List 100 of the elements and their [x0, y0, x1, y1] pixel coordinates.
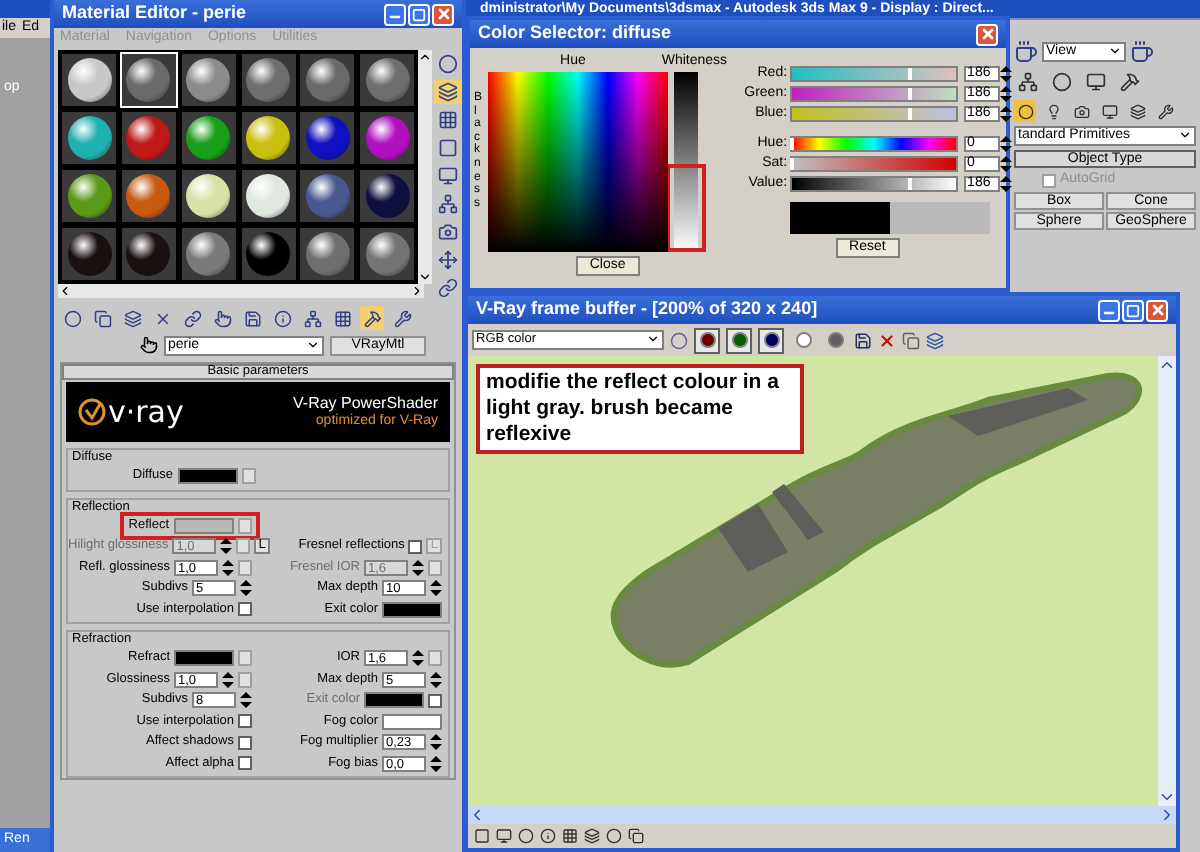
color-slider-track[interactable] — [789, 156, 958, 172]
status-tool-icon[interactable] — [518, 828, 534, 844]
maximize-button[interactable] — [408, 3, 430, 25]
tab-button[interactable] — [1116, 68, 1144, 96]
color-slider-track[interactable] — [789, 176, 958, 192]
tool-button[interactable] — [1154, 100, 1176, 122]
color-slider-track[interactable] — [789, 86, 958, 102]
spinner-arrows-icon[interactable] — [412, 648, 424, 669]
tool-button[interactable] — [90, 306, 114, 330]
spinner-arrows-icon[interactable] — [220, 536, 233, 557]
tool-button[interactable] — [180, 306, 204, 330]
status-tool-icon[interactable] — [496, 828, 512, 844]
status-tool-icon[interactable] — [628, 828, 644, 844]
tool-button[interactable] — [434, 52, 462, 76]
spinner-arrows-icon[interactable] — [222, 557, 234, 578]
tool-button[interactable] — [1014, 100, 1036, 122]
slider-thumb[interactable] — [908, 108, 913, 120]
tool-button[interactable] — [330, 306, 354, 330]
tool-button[interactable] — [434, 136, 462, 160]
status-tool-icon[interactable] — [606, 828, 622, 844]
tool-button[interactable] — [434, 80, 462, 104]
tool-button[interactable] — [300, 306, 324, 330]
tool-button[interactable] — [240, 306, 264, 330]
tool-button[interactable] — [434, 248, 462, 272]
clear-icon[interactable] — [878, 331, 896, 349]
spinner-arrows-icon[interactable] — [430, 578, 442, 599]
tool-button[interactable] — [360, 306, 384, 330]
slider-thumb[interactable] — [908, 68, 913, 80]
color-swatch[interactable] — [382, 601, 442, 618]
channel-toggle-button[interactable] — [758, 327, 784, 353]
copy-icon[interactable] — [902, 331, 920, 349]
spinner-arrows-icon[interactable] — [222, 669, 234, 690]
slider-thumb[interactable] — [908, 88, 913, 100]
horizontal-scrollbar[interactable] — [58, 284, 424, 298]
slider-thumb[interactable] — [789, 138, 794, 150]
hue-blackness-picker[interactable] — [488, 72, 669, 252]
spinner-arrows-icon[interactable] — [240, 578, 252, 599]
checkbox[interactable] — [238, 714, 252, 729]
scroll-up-icon[interactable] — [1158, 356, 1176, 374]
spinner-arrows-icon[interactable] — [999, 174, 1012, 194]
scroll-up-icon[interactable] — [418, 50, 432, 64]
save-icon[interactable] — [854, 331, 872, 349]
slider-thumb[interactable] — [789, 158, 794, 170]
scroll-down-icon[interactable] — [1158, 788, 1176, 806]
vertical-scrollbar[interactable] — [1158, 356, 1176, 806]
spinner-arrows-icon[interactable] — [999, 134, 1012, 154]
spinner-arrows-icon[interactable] — [999, 104, 1012, 124]
tool-button[interactable] — [434, 108, 462, 132]
spinner-arrows-icon[interactable] — [999, 154, 1012, 174]
status-tool-icon[interactable] — [562, 828, 578, 844]
checkbox[interactable] — [238, 602, 252, 617]
status-tool-icon[interactable] — [584, 828, 600, 844]
checkbox[interactable] — [238, 735, 252, 750]
scroll-left-icon[interactable] — [58, 284, 72, 298]
spinner-arrows-icon[interactable] — [999, 64, 1012, 84]
vertical-scrollbar[interactable] — [418, 50, 432, 284]
channel-toggle-button[interactable] — [694, 327, 720, 353]
tool-button[interactable] — [270, 306, 294, 330]
slider-thumb[interactable] — [908, 178, 913, 190]
color-slider-track[interactable] — [789, 106, 958, 122]
tab-button[interactable] — [1048, 68, 1076, 96]
spinner-arrows-icon[interactable] — [430, 732, 442, 753]
checkbox[interactable] — [408, 539, 423, 554]
tool-button[interactable] — [120, 306, 144, 330]
tool-button[interactable] — [1126, 100, 1148, 122]
tool-button[interactable] — [60, 306, 84, 330]
color-swatch[interactable] — [177, 468, 237, 485]
color-swatch[interactable] — [382, 713, 442, 730]
scroll-down-icon[interactable] — [418, 270, 432, 284]
tool-button[interactable] — [434, 192, 462, 216]
maximize-button[interactable] — [1122, 299, 1144, 321]
tab-button[interactable] — [1082, 68, 1110, 96]
status-tool-icon[interactable] — [474, 828, 490, 844]
spinner-arrows-icon[interactable] — [430, 753, 442, 774]
color-swatch[interactable] — [173, 517, 233, 534]
tool-button[interactable] — [434, 220, 462, 244]
tool-button[interactable] — [1098, 100, 1120, 122]
color-swatch[interactable] — [174, 650, 234, 667]
layers-icon[interactable] — [926, 331, 944, 349]
tool-button[interactable] — [390, 306, 414, 330]
scroll-right-icon[interactable] — [410, 284, 424, 298]
whiteness-bar[interactable] — [674, 72, 699, 252]
tool-button[interactable] — [210, 306, 234, 330]
close-button[interactable] — [432, 3, 454, 25]
color-slider-track[interactable] — [789, 136, 958, 152]
spinner-arrows-icon[interactable] — [430, 669, 442, 690]
tool-button[interactable] — [434, 164, 462, 188]
close-button[interactable] — [1146, 299, 1168, 321]
tab-button[interactable] — [1014, 68, 1042, 96]
minimize-button[interactable] — [1098, 299, 1120, 321]
status-tool-icon[interactable] — [540, 828, 556, 844]
spinner-arrows-icon[interactable] — [412, 557, 424, 578]
channel-toggle-button[interactable] — [726, 327, 752, 353]
tool-button[interactable] — [1070, 100, 1092, 122]
tool-button[interactable] — [434, 276, 462, 300]
checkbox[interactable] — [238, 756, 252, 771]
color-slider-track[interactable] — [789, 66, 958, 82]
close-button[interactable] — [976, 23, 998, 45]
minimize-button[interactable] — [384, 3, 406, 25]
spinner-arrows-icon[interactable] — [999, 84, 1012, 104]
